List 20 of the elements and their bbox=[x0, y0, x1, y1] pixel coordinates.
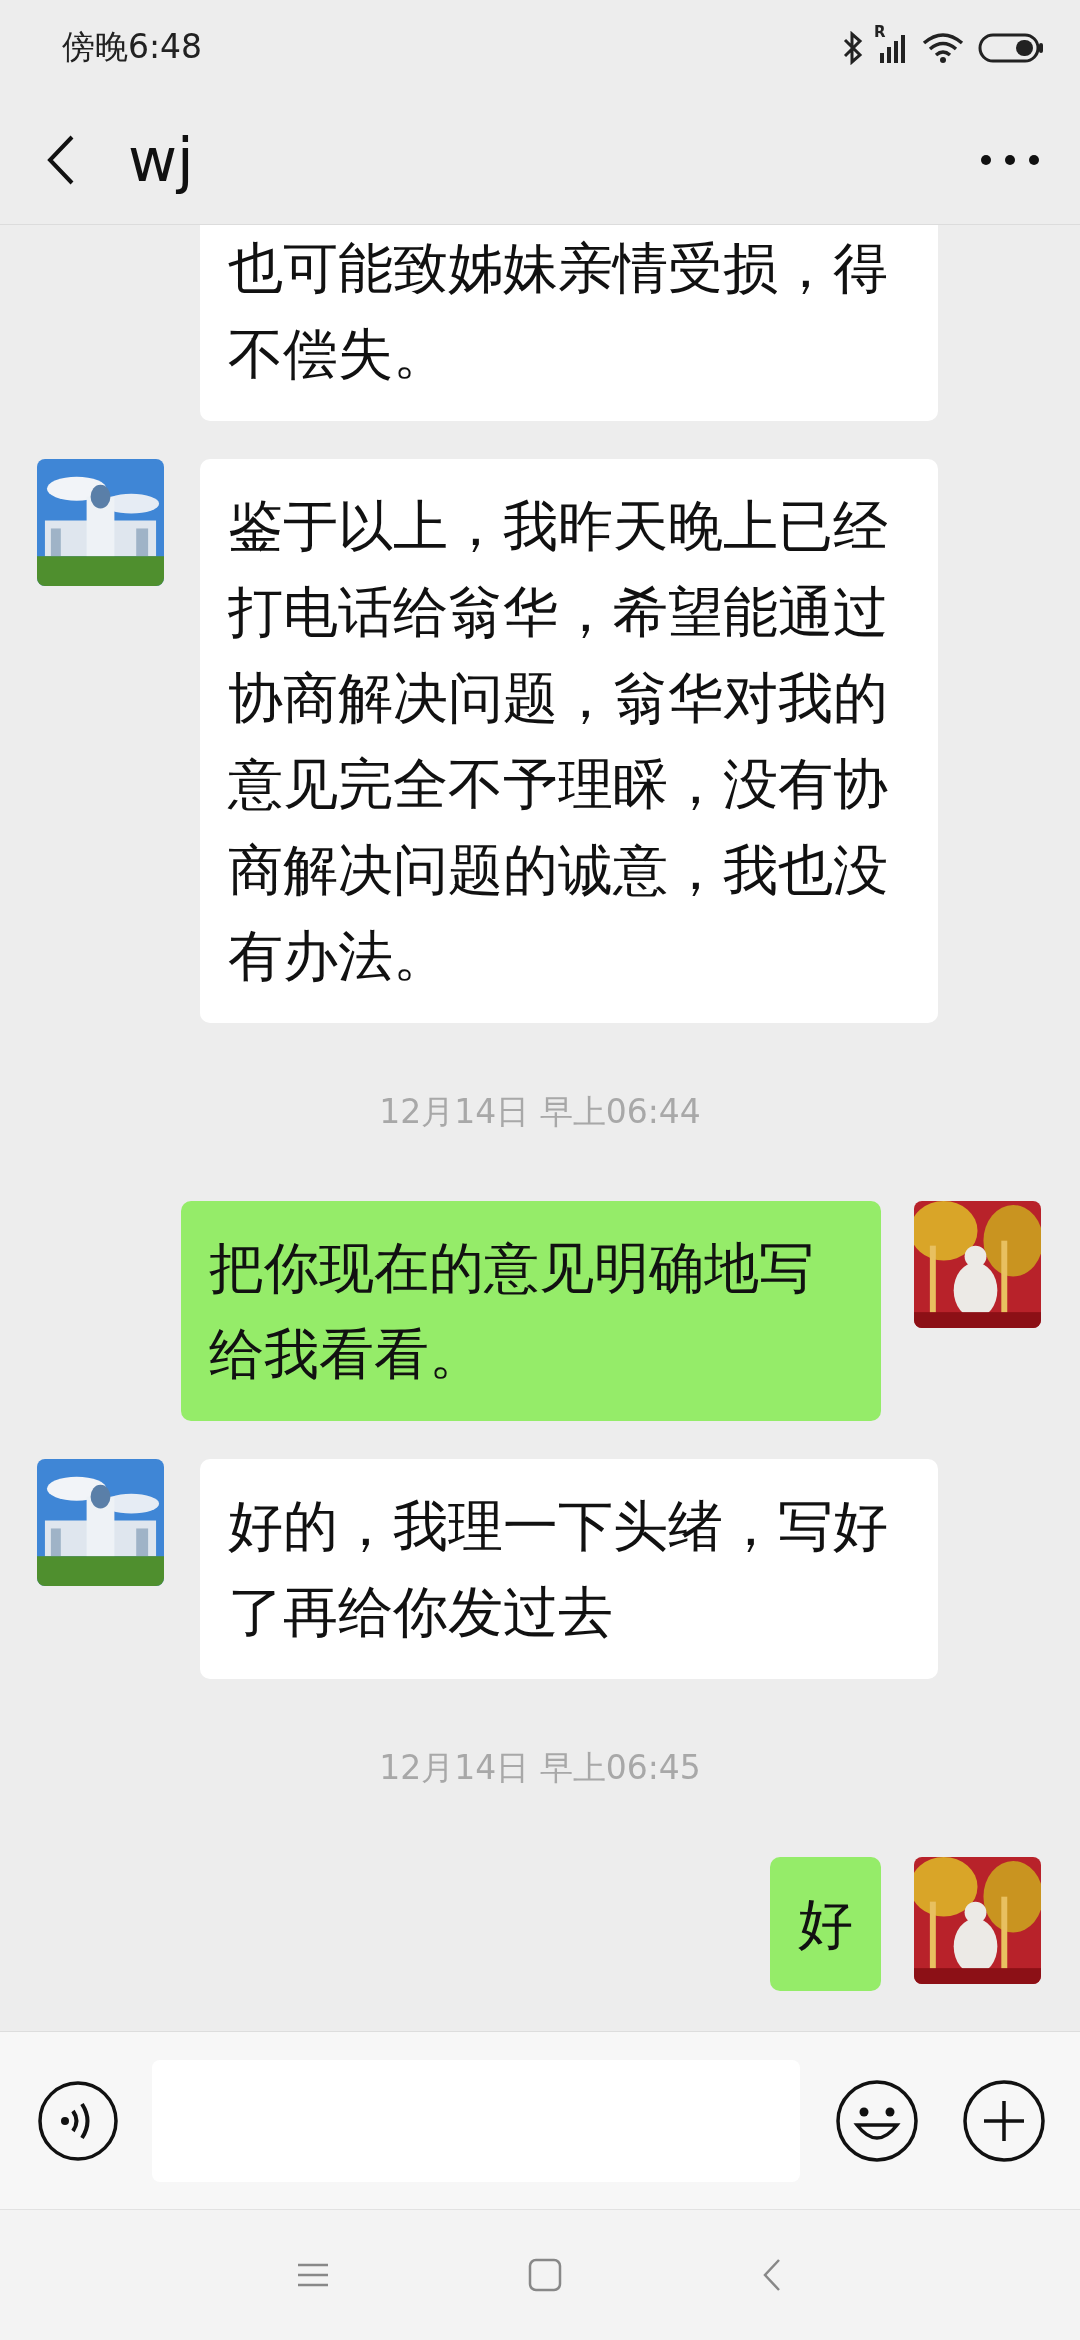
signal-letter: R bbox=[874, 22, 886, 41]
message-bubble: 好 bbox=[770, 1857, 881, 1991]
bluetooth-icon bbox=[842, 30, 864, 65]
menu-icon[interactable] bbox=[298, 2262, 328, 2288]
emoji-icon[interactable] bbox=[835, 2078, 919, 2163]
voice-icon[interactable] bbox=[37, 2079, 119, 2162]
add-icon[interactable] bbox=[962, 2078, 1046, 2163]
chat-title: wj bbox=[128, 124, 194, 195]
message-bubble: 也可能致姊妹亲情受损，得不偿失。 bbox=[200, 225, 938, 421]
message-bubble: 鉴于以上，我昨天晚上已经打电话给翁华，希望能通过协商解决问题，翁华对我的意见完全不予理睬，没有协商解决问题的诚意，我也没有办法。 bbox=[200, 459, 938, 1023]
home-icon[interactable] bbox=[528, 2258, 562, 2292]
status-time: 傍晚6:48 bbox=[62, 26, 203, 68]
battery-icon bbox=[978, 31, 1044, 64]
more-icon[interactable] bbox=[980, 153, 1040, 166]
message-bubble: 好的，我理一下头绪，写好了再给你发过去 bbox=[200, 1459, 938, 1679]
timestamp: 12月14日 早上06:44 bbox=[379, 1091, 701, 1133]
wifi-icon bbox=[922, 31, 964, 64]
timestamp: 12月14日 早上06:45 bbox=[379, 1747, 701, 1789]
message-bubble: 把你现在的意见明确地写给我看看。 bbox=[181, 1201, 881, 1421]
back-icon[interactable] bbox=[46, 133, 76, 186]
